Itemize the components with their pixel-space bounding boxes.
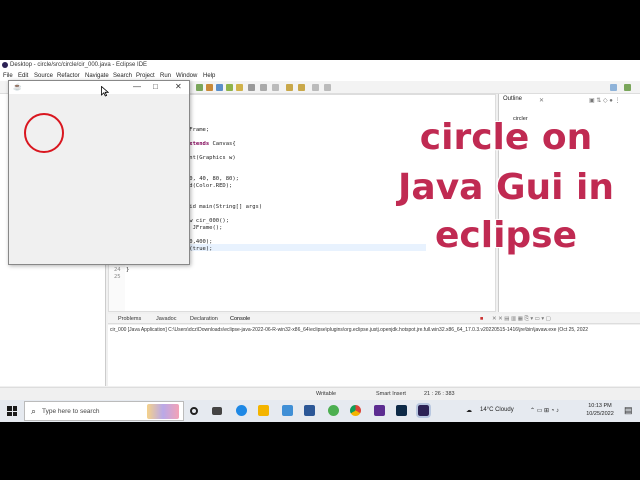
- mouse-cursor-icon: [101, 86, 109, 97]
- console-toolbar-icons[interactable]: ✕ ✕ ▤ ▥ ▦ ⎘ ▾ ▭ ▾ ▢: [492, 316, 551, 323]
- minimize-button[interactable]: —: [133, 82, 141, 91]
- console-line: cir_000 [Java Application] C:\Users\dcz\…: [110, 327, 589, 333]
- eclipse-icon: [2, 62, 8, 68]
- status-cursor-position: 21 : 26 : 383: [424, 391, 455, 397]
- notification-icon[interactable]: ▤: [624, 405, 633, 416]
- chrome-icon[interactable]: [350, 405, 361, 416]
- perspective-icon[interactable]: [610, 84, 617, 91]
- clock-date: 10/25/2022: [586, 411, 614, 417]
- tab-declaration[interactable]: Declaration: [190, 316, 218, 322]
- screenshot: Desktop - circle/src/circle/cir_000.java…: [0, 0, 640, 480]
- pin-icon[interactable]: [272, 84, 279, 91]
- status-insert-mode: Smart Insert: [376, 391, 406, 397]
- console-output[interactable]: cir_000 [Java Application] C:\Users\dcz\…: [108, 325, 640, 386]
- line-number: 25: [114, 274, 121, 280]
- menu-edit[interactable]: Edit: [18, 73, 28, 79]
- debug-icon[interactable]: [206, 84, 213, 91]
- weather-icon[interactable]: ☁: [466, 407, 472, 414]
- menu-refactor[interactable]: Refactor: [57, 73, 80, 79]
- task-view-icon[interactable]: [212, 407, 222, 415]
- code-line: int(Graphics w): [186, 155, 236, 161]
- clock[interactable]: 10:13 PM 10/25/2022: [580, 402, 620, 418]
- search-highlight-illustration: [147, 404, 179, 419]
- tab-console[interactable]: Console: [230, 316, 250, 322]
- terminate-icon[interactable]: ■: [480, 316, 483, 322]
- app-icon[interactable]: [328, 405, 339, 416]
- visual-studio-icon[interactable]: [374, 405, 385, 416]
- windows-taskbar: ⌕ Type here to search ☁ 14°C Cloudy ⌃ ▭ …: [0, 400, 640, 422]
- java-frame-titlebar[interactable]: ☕ — □ ✕: [9, 81, 189, 94]
- weather-text[interactable]: 14°C Cloudy: [480, 407, 514, 413]
- caption-line-3: eclipse: [434, 215, 578, 256]
- outline-tab[interactable]: Outline: [503, 96, 522, 102]
- java-frame-window[interactable]: ☕ — □ ✕: [8, 80, 190, 265]
- menu-run[interactable]: Run: [160, 73, 171, 79]
- outline-toolbar-icons[interactable]: ▣ ⇅ ◇ ● ⋮: [589, 97, 621, 104]
- annotation-icon[interactable]: [260, 84, 267, 91]
- menu-search[interactable]: Search: [113, 73, 132, 79]
- line-number: 24: [114, 267, 121, 273]
- cortana-icon[interactable]: [190, 407, 198, 415]
- java-coffee-icon: ☕: [13, 84, 22, 91]
- coverage-icon[interactable]: [216, 84, 223, 91]
- caption-line-2: Java Gui in: [397, 167, 615, 208]
- java-perspective-icon[interactable]: [624, 84, 631, 91]
- close-button[interactable]: ✕: [175, 82, 182, 91]
- eclipse-taskbar-icon[interactable]: [416, 403, 431, 418]
- menu-help[interactable]: Help: [203, 73, 215, 79]
- cmd-icon[interactable]: [396, 405, 407, 416]
- tray-icons[interactable]: ⌃ ▭ ⊞ ◔ ♪: [530, 407, 559, 414]
- menu-navigate[interactable]: Navigate: [85, 73, 109, 79]
- clock-time: 10:13 PM: [588, 403, 612, 409]
- outline-close-icon[interactable]: ✕: [539, 97, 544, 104]
- forward-icon[interactable]: [324, 84, 331, 91]
- search-placeholder: Type here to search: [42, 408, 100, 415]
- prev-annotation-icon[interactable]: [298, 84, 305, 91]
- taskbar-search-box[interactable]: ⌕ Type here to search: [24, 401, 184, 421]
- run-icon[interactable]: [196, 84, 203, 91]
- new-class-icon[interactable]: [226, 84, 233, 91]
- bottom-tabs: Problems Javadoc Declaration Console ■ ✕…: [108, 314, 640, 324]
- code-line: ew cir_000();: [186, 218, 230, 224]
- code-line: extends Canvas{: [186, 141, 236, 147]
- menu-file[interactable]: File: [3, 73, 13, 79]
- search-icon[interactable]: [248, 84, 255, 91]
- edge-icon[interactable]: [236, 405, 247, 416]
- next-annotation-icon[interactable]: [286, 84, 293, 91]
- code-line: }: [126, 267, 130, 273]
- status-writable: Writable: [316, 391, 337, 397]
- code-line: 80, 40, 80, 80);: [186, 176, 239, 182]
- tab-javadoc[interactable]: Javadoc: [156, 316, 177, 322]
- windows-start-icon[interactable]: [7, 406, 17, 416]
- code-line: oid main(String[] args): [186, 204, 263, 210]
- status-bar: Writable Smart Insert 21 : 26 : 383: [0, 387, 640, 400]
- menu-source[interactable]: Source: [34, 73, 53, 79]
- menu-project[interactable]: Project: [136, 73, 155, 79]
- code-line: nd(Color.RED);: [186, 183, 233, 189]
- tab-problems[interactable]: Problems: [118, 316, 141, 322]
- eclipse-titlebar: Desktop - circle/src/circle/cir_000.java…: [0, 60, 640, 71]
- mail-icon[interactable]: [282, 405, 293, 416]
- maximize-button[interactable]: □: [153, 82, 158, 91]
- red-circle: [24, 113, 64, 153]
- menu-window[interactable]: Window: [176, 73, 197, 79]
- file-explorer-icon[interactable]: [258, 405, 269, 416]
- back-icon[interactable]: [312, 84, 319, 91]
- code-line: = JFrame();: [186, 225, 223, 231]
- store-icon[interactable]: [304, 405, 315, 416]
- open-type-icon[interactable]: [236, 84, 243, 91]
- search-icon: ⌕: [31, 406, 37, 416]
- caption-line-1: circle on: [419, 117, 593, 158]
- window-title: Desktop - circle/src/circle/cir_000.java…: [10, 62, 148, 68]
